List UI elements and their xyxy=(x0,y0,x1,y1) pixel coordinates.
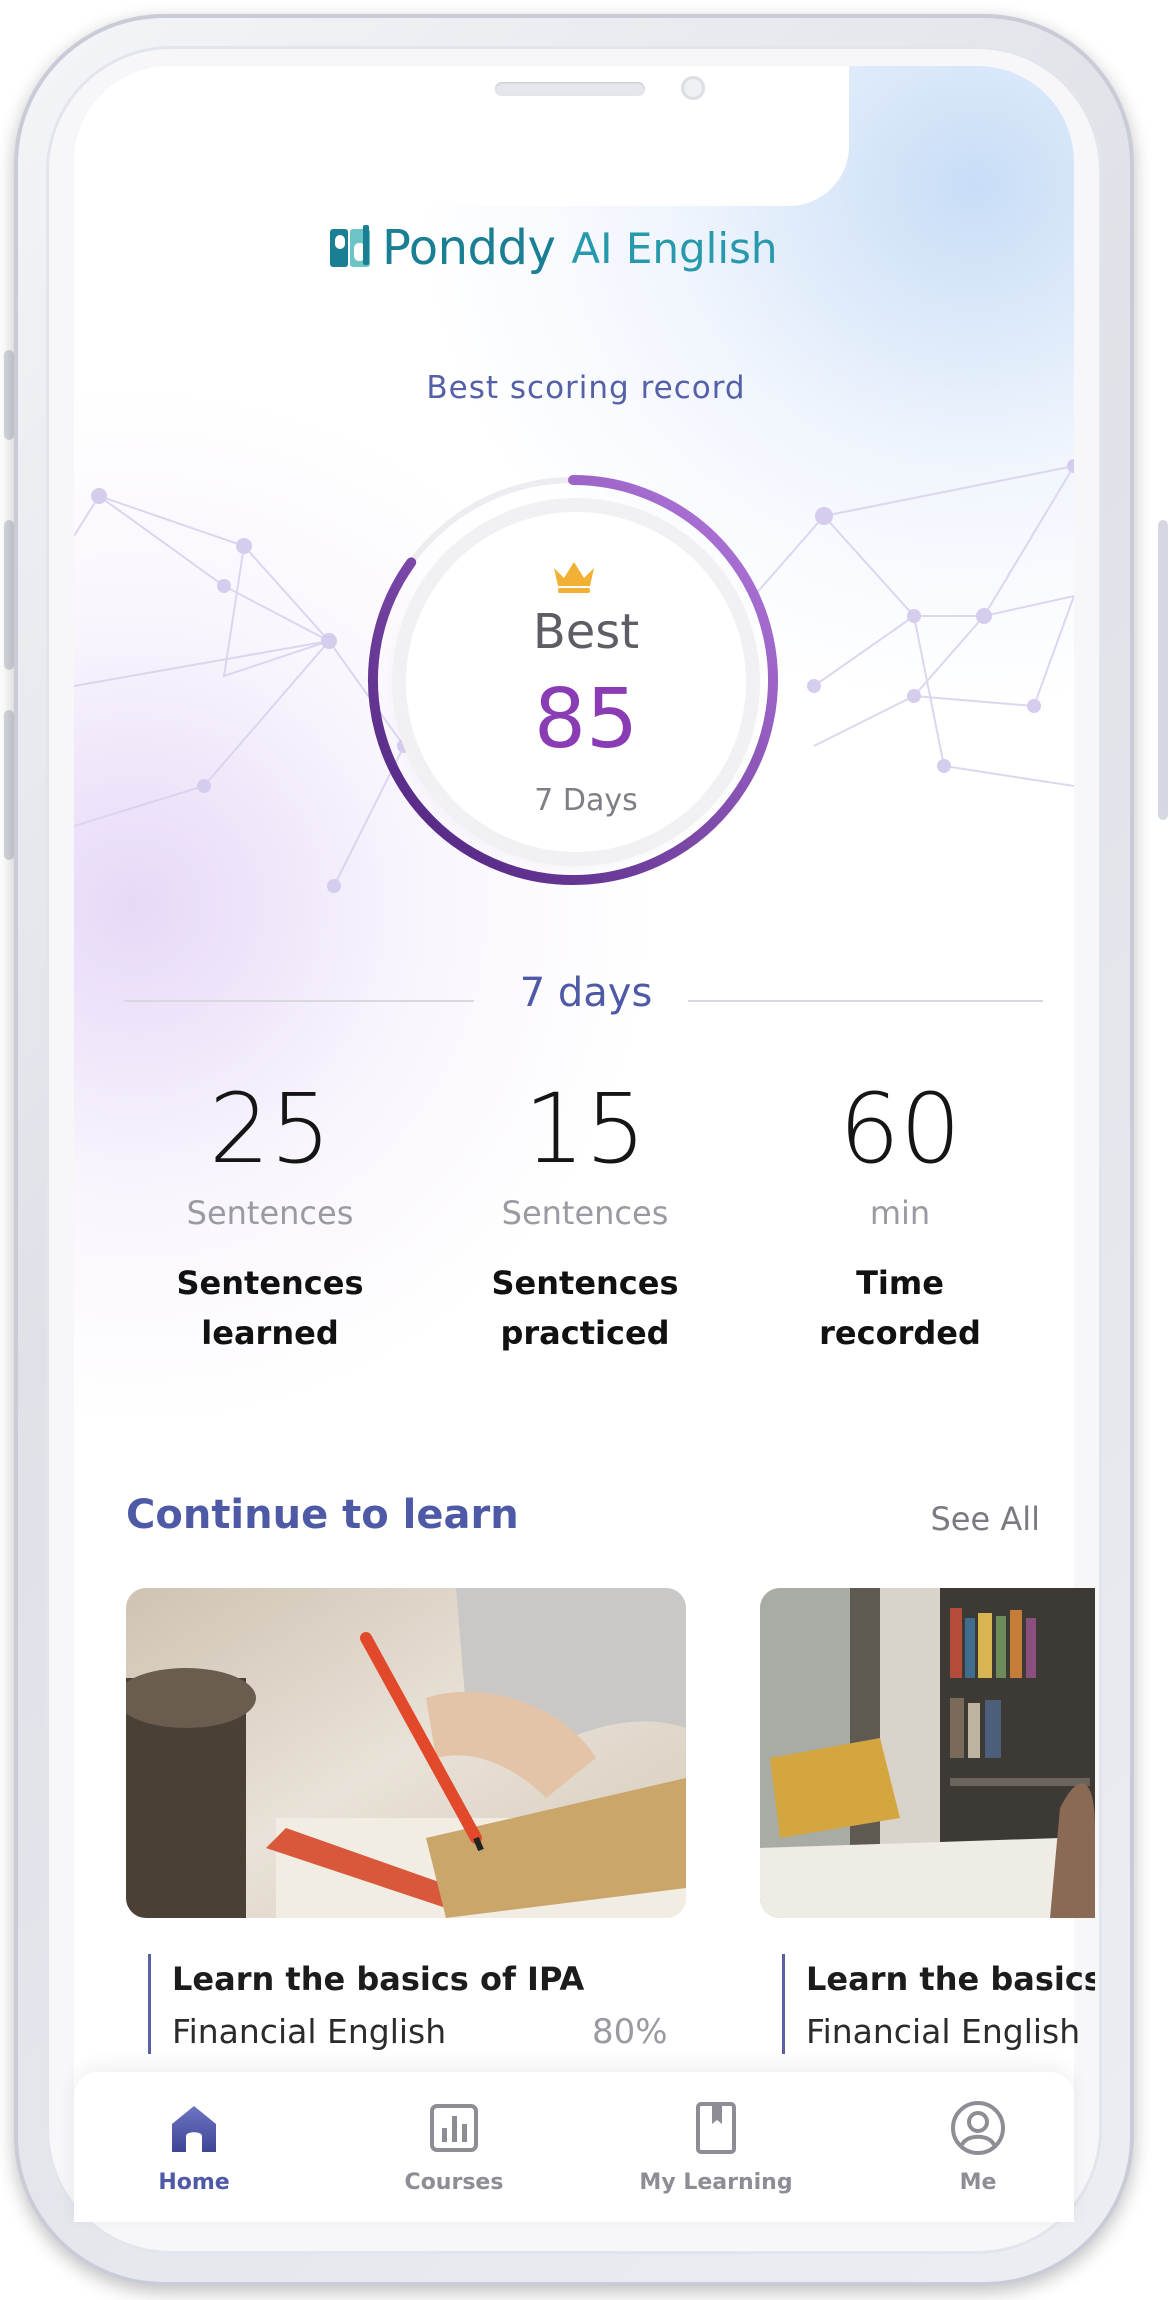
stat-value: 60 xyxy=(838,1073,962,1185)
chart-icon xyxy=(430,2104,478,2152)
tab-label: My Learning xyxy=(639,2170,793,2195)
best-score-value: 85 xyxy=(533,672,639,767)
logo-wordmark: Ponddy xyxy=(382,220,556,276)
logo-tagline: AI English xyxy=(571,223,778,273)
phone-volume-up-button xyxy=(4,520,14,670)
stat-label: Sentences practiced xyxy=(425,1258,745,1358)
stat-label-line: Sentences xyxy=(491,1264,679,1302)
tab-home[interactable]: Home xyxy=(94,2098,294,2195)
stat-value: 15 xyxy=(523,1073,647,1185)
stat-label-line: practiced xyxy=(500,1314,670,1352)
tab-courses[interactable]: Courses xyxy=(354,2098,554,2195)
card-subtitle: Financial English xyxy=(172,2012,447,2051)
stat-label-line: recorded xyxy=(819,1314,981,1352)
course-card[interactable]: Learn the basics of IPA Financial Englis… xyxy=(126,1588,706,2068)
card-title: Learn the basics xyxy=(806,1960,1095,1998)
card-accent-bar xyxy=(148,1954,151,2054)
tab-me[interactable]: Me xyxy=(878,2098,1078,2195)
stat-unit: Sentences xyxy=(501,1194,669,1232)
stat-label-line: Time xyxy=(856,1264,944,1302)
card-title: Learn the basics of IPA xyxy=(172,1960,585,1998)
phone-mockup: Ponddy AI English Best scoring record Be… xyxy=(0,0,1173,2300)
speaker-grille xyxy=(495,82,645,96)
best-record-label: Best scoring record xyxy=(426,370,746,406)
best-score-period: 7 Days xyxy=(534,783,638,818)
tab-label: Courses xyxy=(404,2170,504,2195)
home-icon xyxy=(172,2106,216,2152)
tab-label: Me xyxy=(959,2170,997,2195)
writing-notebook-photo xyxy=(126,1588,686,1918)
front-camera xyxy=(681,76,705,100)
phone-side-button xyxy=(4,350,14,440)
bookshelf-reading-photo xyxy=(760,1588,1095,1918)
phone-volume-down-button xyxy=(4,710,14,860)
crown-icon xyxy=(554,562,594,593)
stat-label: Sentences learned xyxy=(110,1258,430,1358)
period-label: 7 days xyxy=(519,970,653,1016)
tab-my-learning[interactable]: My Learning xyxy=(616,2098,816,2195)
best-score-label: Best xyxy=(532,604,640,660)
stat-label: Time recorded xyxy=(740,1258,1060,1358)
see-all-link[interactable]: See All xyxy=(930,1500,1040,1538)
tab-label: Home xyxy=(158,2170,230,2195)
stat-sentences-learned: 25 Sentences Sentences learned xyxy=(110,1074,430,1358)
continue-section-title: Continue to learn xyxy=(126,1492,519,1538)
stat-unit: min xyxy=(869,1194,931,1232)
card-subtitle: Financial English xyxy=(806,2012,1081,2051)
user-icon xyxy=(951,2101,1005,2155)
ponddy-logo-icon xyxy=(330,225,370,267)
stat-value: 25 xyxy=(208,1073,332,1185)
stat-sentences-practiced: 15 Sentences Sentences practiced xyxy=(425,1074,745,1358)
card-accent-bar xyxy=(782,1954,785,2054)
phone-power-button xyxy=(1158,520,1168,820)
app-logo: Ponddy AI English xyxy=(326,218,778,278)
card-progress: 80% xyxy=(592,2012,668,2052)
stat-time-recorded: 60 min Time recorded xyxy=(740,1074,1060,1358)
bookmark-icon xyxy=(696,2102,736,2154)
stat-label-line: Sentences xyxy=(176,1264,364,1302)
course-card[interactable]: Learn the basics Financial English xyxy=(760,1588,1095,2068)
stat-label-line: learned xyxy=(201,1314,339,1352)
stat-unit: Sentences xyxy=(186,1194,354,1232)
